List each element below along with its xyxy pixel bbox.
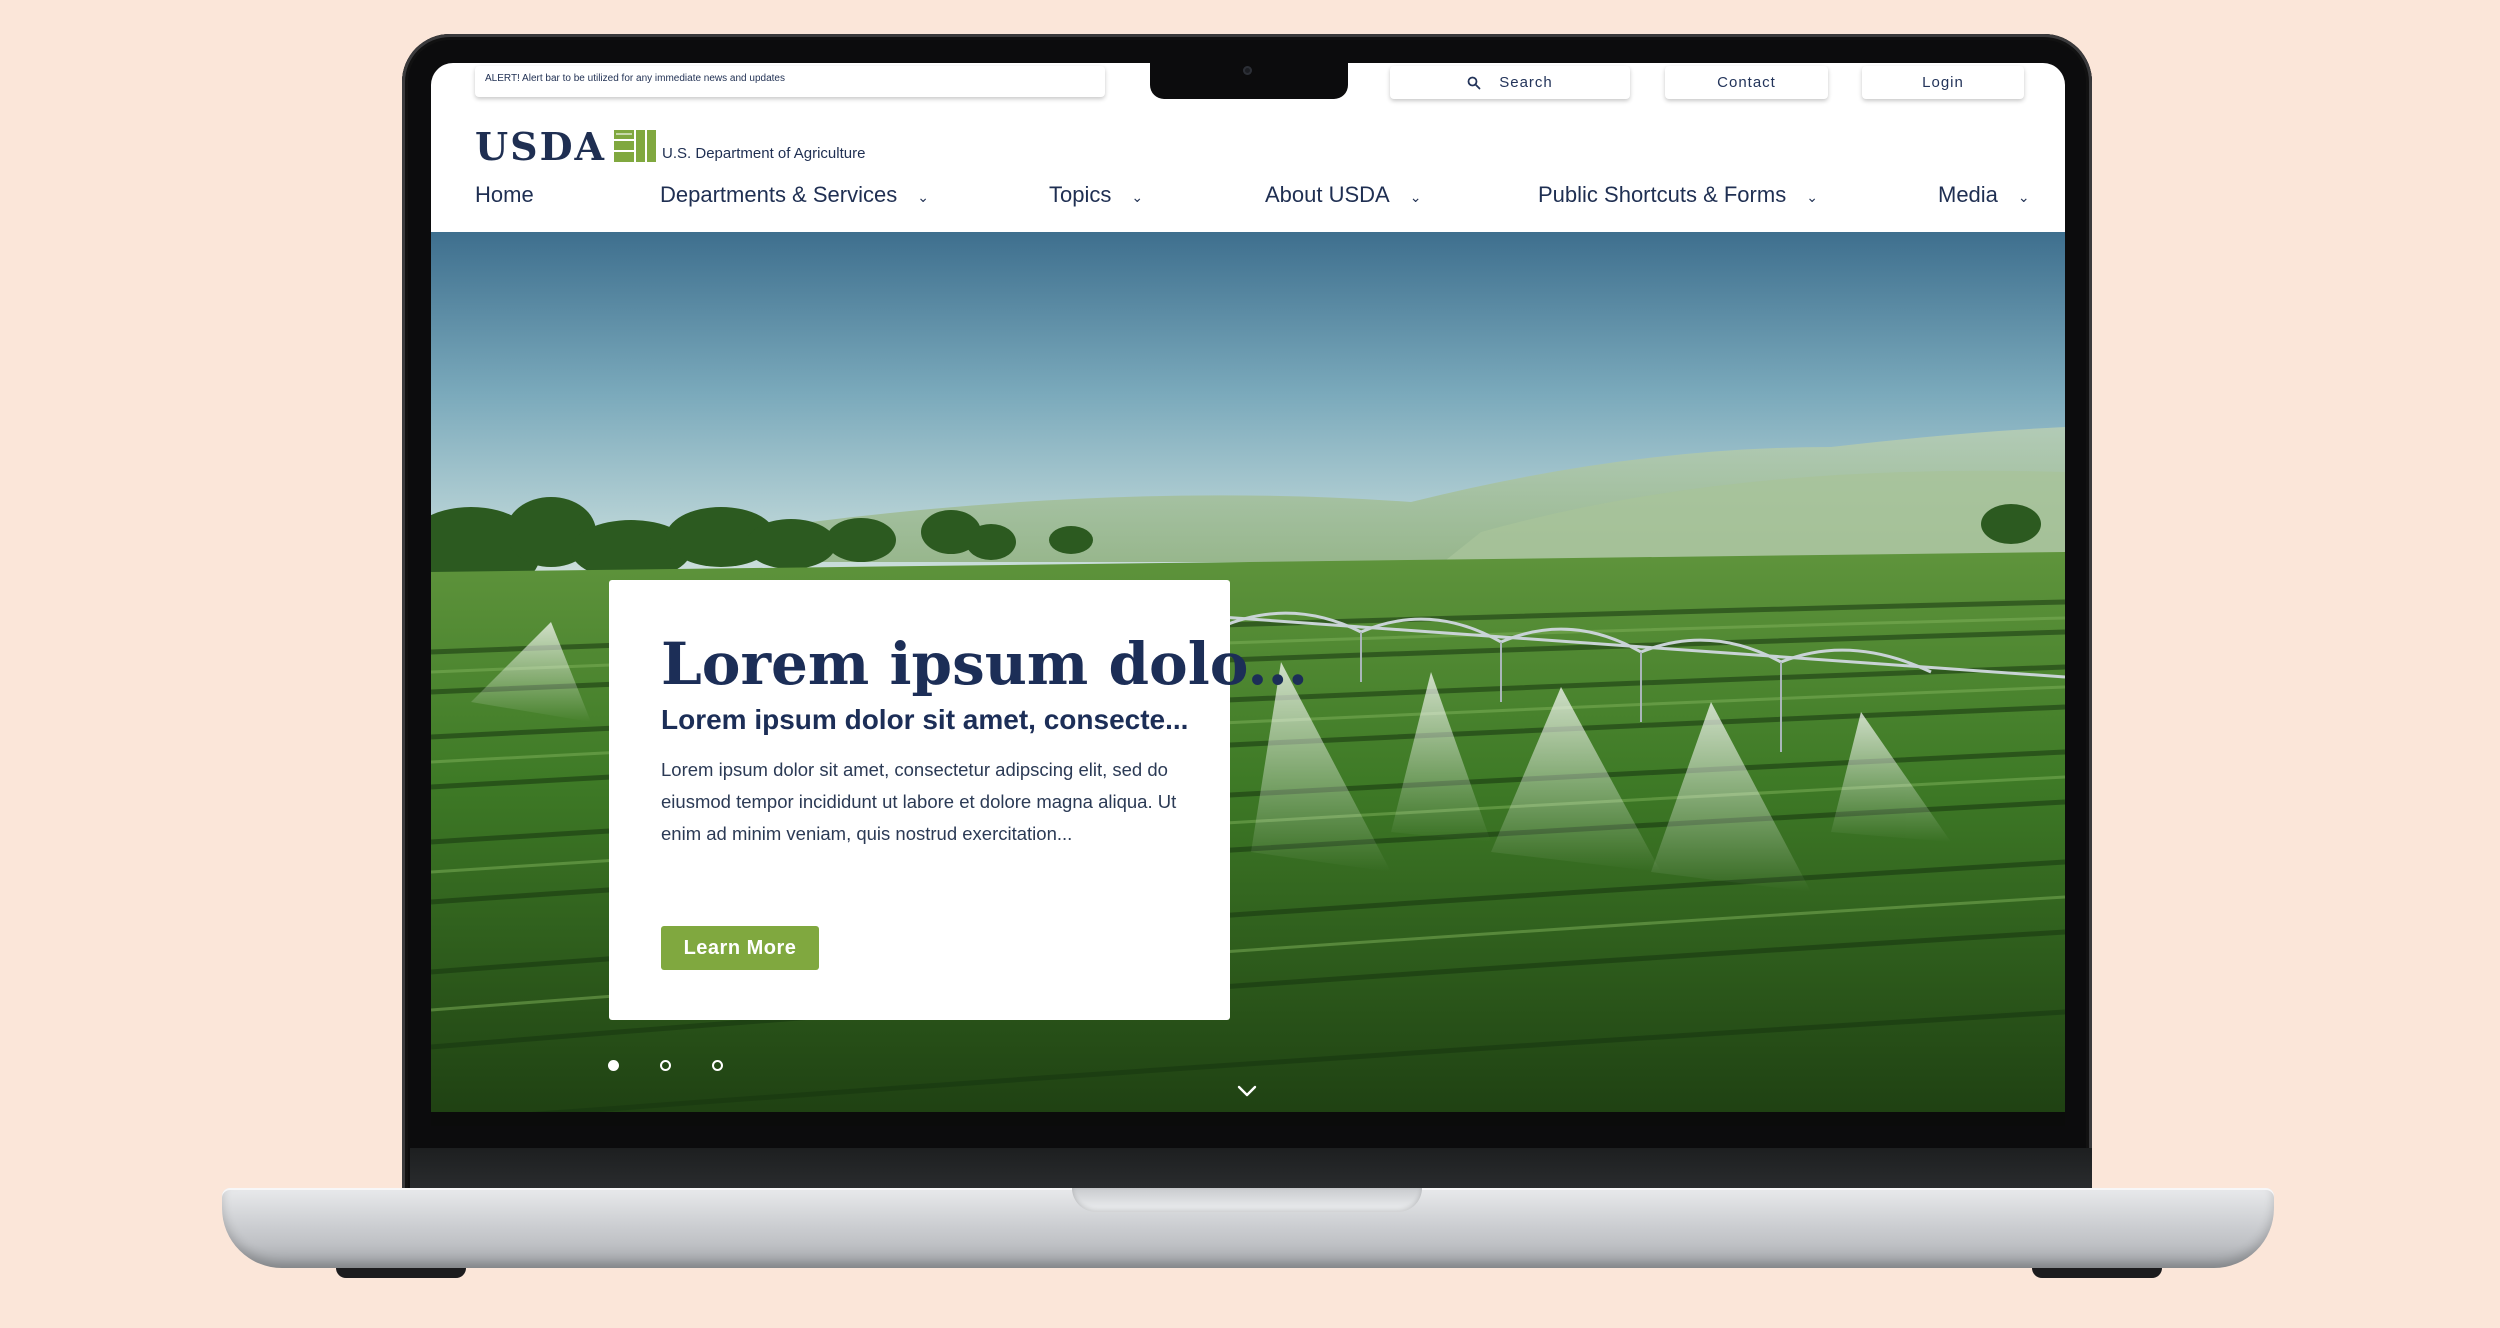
nav-item-about-usda[interactable]: About USDA ⌄ (1265, 182, 1421, 208)
login-button[interactable]: Login (1862, 66, 2024, 99)
camera-icon (1243, 66, 1252, 75)
nav-item-label: Media (1938, 182, 1998, 207)
search-icon (1467, 76, 1481, 89)
usda-symbol-icon (614, 130, 657, 162)
logo-subtitle: U.S. Department of Agriculture (662, 145, 866, 162)
search-button[interactable]: Search (1390, 66, 1630, 99)
laptop-foot-right (2032, 1268, 2162, 1278)
login-label: Login (1922, 74, 1964, 91)
carousel-dot-3[interactable] (712, 1060, 723, 1071)
hero-subtitle: Lorem ipsum dolor sit amet, consecte... (661, 704, 1189, 735)
usda-logo[interactable]: USDA U.S. Department of Agriculture (475, 124, 866, 169)
carousel-dot-2[interactable] (660, 1060, 671, 1071)
main-nav: Home Departments & Services ⌄ Topics ⌄ A… (475, 182, 2030, 216)
hero-banner: Lorem ipsum dolo... Lorem ipsum dolor si… (431, 232, 2065, 1126)
nav-item-label: Home (475, 182, 534, 207)
nav-item-public-shortcuts-forms[interactable]: Public Shortcuts & Forms ⌄ (1538, 182, 1818, 208)
search-label: Search (1499, 74, 1553, 91)
hero-body-text: Lorem ipsum dolor sit amet, consectetur … (661, 759, 1177, 844)
screen-bottom-edge (431, 1112, 2065, 1126)
nav-item-media[interactable]: Media ⌄ (1938, 182, 2030, 208)
nav-item-label: Departments & Services (660, 182, 898, 207)
chevron-down-icon: ⌄ (917, 188, 929, 205)
laptop-base-notch (1072, 1188, 1422, 1212)
logo-wordmark: USDA (475, 124, 607, 169)
laptop-foot-left (336, 1268, 466, 1278)
learn-more-button[interactable]: Learn More (661, 926, 819, 970)
carousel-dot-1[interactable] (608, 1060, 619, 1071)
nav-item-label: About USDA (1265, 182, 1390, 207)
alert-text: ALERT! Alert bar to be utilized for any … (485, 73, 785, 84)
contact-button[interactable]: Contact (1665, 66, 1828, 99)
nav-item-departments-services[interactable]: Departments & Services ⌄ (660, 182, 929, 208)
nav-item-home[interactable]: Home (475, 182, 534, 208)
nav-item-topics[interactable]: Topics ⌄ (1049, 182, 1143, 208)
scroll-down-chevron-icon[interactable] (1236, 1084, 1258, 1098)
laptop-chin (410, 1148, 2092, 1190)
chevron-down-icon: ⌄ (1409, 188, 1422, 205)
chevron-down-icon: ⌄ (1806, 188, 1818, 205)
chevron-down-icon: ⌄ (2017, 188, 2030, 205)
nav-item-label: Public Shortcuts & Forms (1538, 182, 1787, 207)
learn-more-label: Learn More (683, 936, 797, 959)
contact-label: Contact (1717, 74, 1776, 91)
chevron-down-icon: ⌄ (1131, 188, 1144, 205)
hero-card: Lorem ipsum dolo... Lorem ipsum dolor si… (609, 580, 1308, 1020)
nav-item-label: Topics (1049, 182, 1112, 207)
hero-title: Lorem ipsum dolo... (661, 630, 1308, 698)
alert-bar[interactable]: ALERT! Alert bar to be utilized for any … (475, 66, 1105, 97)
